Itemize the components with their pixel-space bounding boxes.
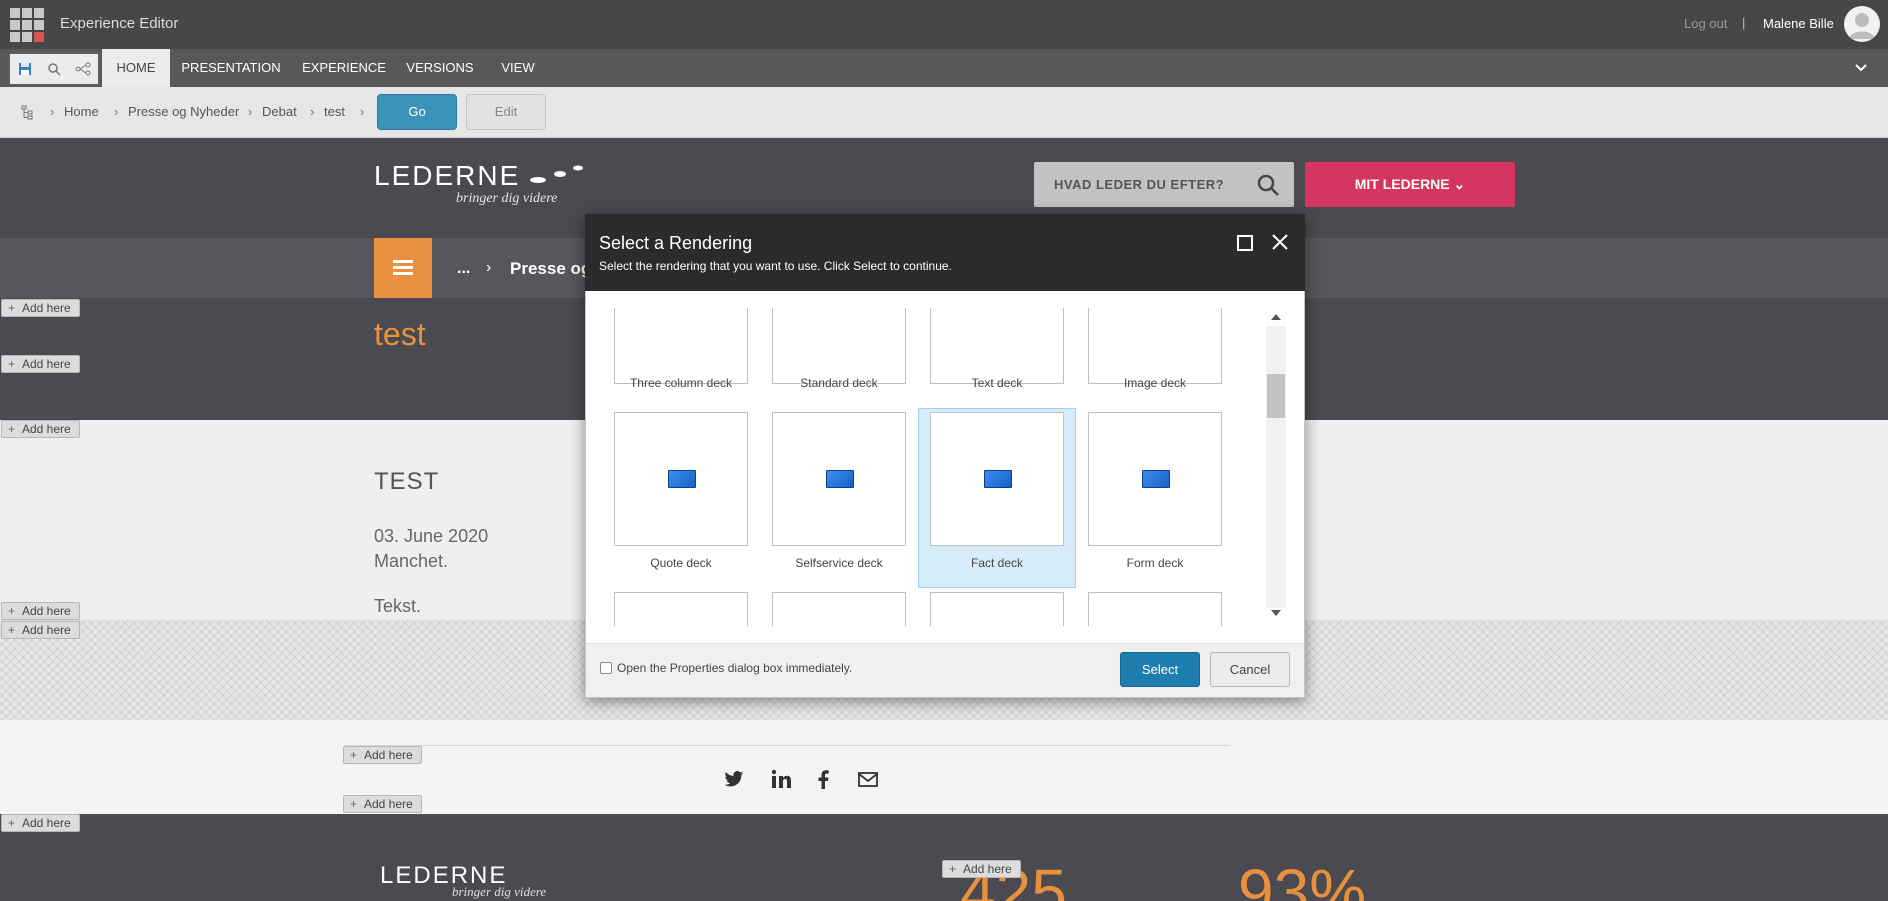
logo-tagline: bringer dig videre: [456, 191, 558, 206]
chevron-right-icon: ›: [486, 259, 492, 276]
add-here-button[interactable]: Add here: [1, 299, 80, 317]
scrollbar-thumb[interactable]: [1267, 374, 1285, 418]
tab-home[interactable]: HOME: [102, 49, 170, 87]
linkedin-icon[interactable]: [770, 768, 792, 790]
rendering-tile[interactable]: [1088, 592, 1222, 626]
nav-ellipsis[interactable]: ...: [457, 260, 470, 278]
article-date[interactable]: 03. June 2020: [374, 526, 488, 547]
close-icon[interactable]: [1270, 232, 1290, 252]
search-icon[interactable]: [45, 60, 63, 78]
rendering-tile[interactable]: [1088, 412, 1222, 546]
add-here-button[interactable]: Add here: [1, 355, 80, 373]
chevron-down-icon: ⌄: [1453, 176, 1466, 192]
rendering-grid: Three column deck Standard deck Text dec…: [604, 308, 1254, 626]
select-button[interactable]: Select: [1120, 652, 1200, 687]
share-band: [0, 720, 1888, 814]
search-icon[interactable]: [1256, 173, 1280, 197]
add-here-button[interactable]: Add here: [942, 860, 1021, 878]
rendering-tile[interactable]: [772, 308, 906, 384]
breadcrumb-presse[interactable]: Presse og Nyheder: [128, 104, 239, 119]
search-placeholder: HVAD LEDER DU EFTER?: [1054, 177, 1225, 192]
rendering-label[interactable]: Selfservice deck: [760, 556, 918, 570]
cancel-button[interactable]: Cancel: [1210, 652, 1290, 687]
nav-breadcrumb[interactable]: Presse og Nyheder: [510, 259, 586, 279]
logout-link[interactable]: Log out: [1684, 16, 1727, 31]
mit-lederne-label: MIT LEDERNE: [1354, 176, 1450, 192]
footer: [0, 814, 1888, 901]
tab-presentation[interactable]: PRESENTATION: [176, 49, 286, 87]
article-manchet[interactable]: Manchet.: [374, 551, 448, 572]
page-title[interactable]: test: [374, 316, 426, 353]
rendering-tile[interactable]: [930, 592, 1064, 626]
logo-dots-icon: [530, 160, 590, 190]
crumb-separator: ›: [360, 104, 365, 119]
mit-lederne-button[interactable]: MIT LEDERNE ⌄: [1305, 162, 1515, 207]
rendering-label[interactable]: Quote deck: [604, 556, 760, 570]
add-here-button[interactable]: Add here: [1, 420, 80, 438]
rendering-tile[interactable]: [772, 592, 906, 626]
dialog-subtitle: Select the rendering that you want to us…: [599, 259, 952, 273]
rendering-label[interactable]: Three column deck: [604, 376, 760, 390]
breadcrumb-test[interactable]: test: [324, 104, 345, 119]
rendering-label[interactable]: Image deck: [1076, 376, 1234, 390]
site-logo[interactable]: LEDERNE: [374, 160, 520, 192]
twitter-icon[interactable]: [723, 768, 745, 790]
rendering-label[interactable]: Text deck: [918, 376, 1076, 390]
username: Malene Bille: [1763, 16, 1834, 31]
tab-view[interactable]: VIEW: [492, 49, 544, 87]
crumb-separator: ›: [310, 104, 315, 119]
article-heading[interactable]: TEST: [374, 468, 439, 496]
open-properties-checkbox[interactable]: [600, 662, 612, 674]
maximize-icon[interactable]: [1237, 235, 1253, 251]
crumb-separator: ›: [248, 104, 253, 119]
divider: [344, 745, 1230, 746]
rendering-tile[interactable]: [1088, 308, 1222, 384]
rendering-tile[interactable]: [614, 412, 748, 546]
separator: |: [1742, 15, 1746, 30]
scroll-down-icon[interactable]: [1268, 606, 1284, 620]
breadcrumb-home[interactable]: Home: [64, 104, 99, 119]
stat-value: 93%: [1238, 856, 1367, 901]
add-here-button[interactable]: Add here: [343, 746, 422, 764]
scroll-up-icon[interactable]: [1268, 310, 1284, 324]
tab-versions[interactable]: VERSIONS: [400, 49, 480, 87]
add-here-button[interactable]: Add here: [343, 795, 422, 813]
tab-experience[interactable]: EXPERIENCE: [298, 49, 390, 87]
email-icon[interactable]: [857, 768, 879, 790]
scrollbar-track[interactable]: [1266, 326, 1286, 608]
hamburger-menu-button[interactable]: [374, 238, 432, 298]
add-here-button[interactable]: Add here: [1, 602, 80, 620]
breadcrumb-debat[interactable]: Debat: [262, 104, 297, 119]
chevron-down-icon[interactable]: [1852, 58, 1870, 76]
app-title: Experience Editor: [60, 15, 179, 32]
rendering-tile[interactable]: [772, 412, 906, 546]
facebook-icon[interactable]: [813, 768, 835, 790]
article-text[interactable]: Tekst.: [374, 596, 421, 617]
quick-actions: [8, 52, 100, 86]
rendering-label[interactable]: Form deck: [1076, 556, 1234, 570]
save-icon[interactable]: [16, 60, 34, 78]
rendering-tile-selected[interactable]: [930, 412, 1064, 546]
top-bar: [0, 0, 1888, 49]
share-tree-icon[interactable]: [74, 60, 92, 78]
rendering-tile[interactable]: [930, 308, 1064, 384]
avatar[interactable]: [1844, 6, 1880, 42]
rendering-tile[interactable]: [614, 308, 748, 384]
rendering-label[interactable]: Fact deck: [918, 556, 1076, 570]
footer-logo-tagline: bringer dig videre: [452, 884, 547, 899]
dialog-title: Select a Rendering: [599, 233, 753, 253]
add-here-button[interactable]: Add here: [1, 814, 80, 832]
rendering-label[interactable]: Standard deck: [760, 376, 918, 390]
add-here-button[interactable]: Add here: [1, 621, 80, 639]
tree-icon[interactable]: [20, 104, 36, 120]
crumb-separator: ›: [114, 104, 119, 119]
go-button[interactable]: Go: [377, 94, 457, 130]
rendering-tile[interactable]: [614, 592, 748, 626]
crumb-separator: ›: [50, 104, 55, 119]
open-properties-label[interactable]: Open the Properties dialog box immediate…: [617, 661, 852, 675]
app-launcher-icon[interactable]: [10, 8, 44, 42]
edit-button[interactable]: Edit: [466, 94, 546, 130]
